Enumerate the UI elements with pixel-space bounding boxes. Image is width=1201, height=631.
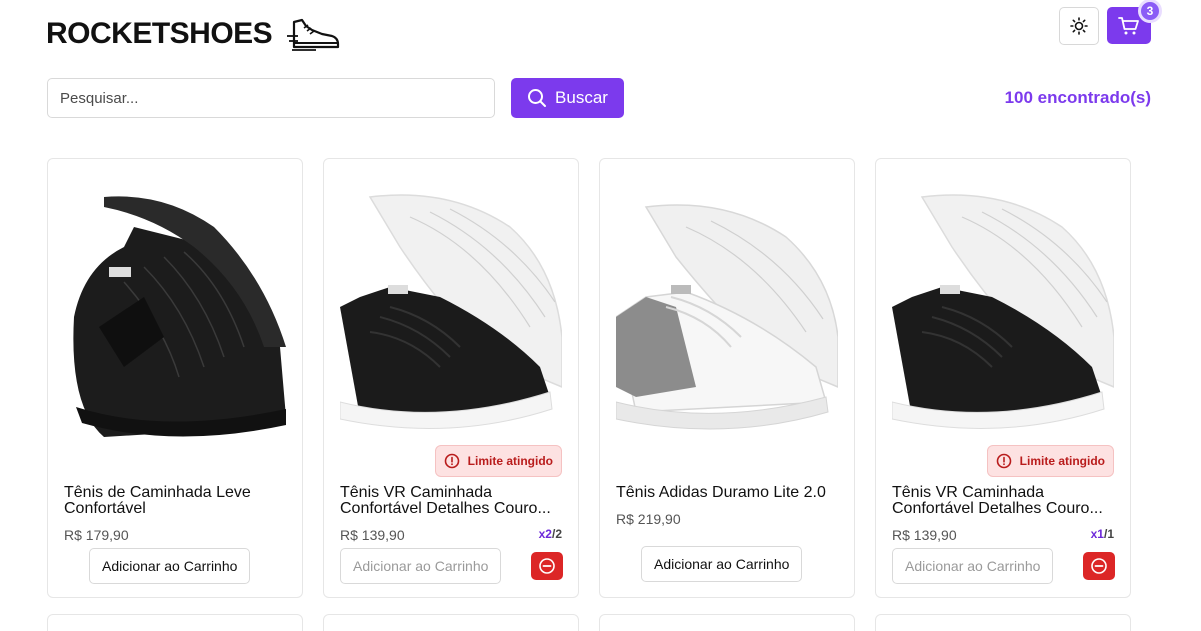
product-price: R$ 219,90 <box>616 511 681 527</box>
logo-text: ROCKETSHOES <box>46 17 273 50</box>
product-image[interactable] <box>892 187 1114 457</box>
header: ROCKETSHOES 3 <box>0 0 1201 60</box>
add-to-cart-button[interactable]: Adicionar ao Carrinho <box>892 548 1054 584</box>
product-title: Tênis de Caminhada Leve Confortável <box>64 485 251 517</box>
cart-count-badge: 3 <box>1138 0 1162 23</box>
cart-quantity: x1/1 <box>1090 527 1114 541</box>
product-title: Tênis VR Caminhada Confortável Detalhes … <box>340 485 551 517</box>
product-card: Tênis de Caminhada Leve Confortável R$ 1… <box>47 158 303 598</box>
sneaker-logo-icon <box>287 18 340 51</box>
theme-toggle-button[interactable] <box>1059 7 1099 45</box>
add-to-cart-button[interactable]: Adicionar ao Carrinho <box>641 546 803 582</box>
sun-icon <box>1070 17 1088 35</box>
limit-reached-badge: Limite atingido <box>986 445 1114 477</box>
product-card: Limite atingido Tênis VR Caminhada Confo… <box>323 158 579 598</box>
product-image[interactable] <box>616 187 838 457</box>
product-image[interactable] <box>340 187 562 457</box>
results-count: 100 encontrado(s) <box>1004 88 1151 107</box>
search-input[interactable] <box>47 78 495 118</box>
product-card <box>875 614 1131 631</box>
product-card: Limite atingido Tênis VR Caminhada Confo… <box>875 158 1131 598</box>
add-to-cart-button[interactable]: Adicionar ao Carrinho <box>89 548 251 584</box>
shopping-cart-icon <box>1118 16 1139 34</box>
add-to-cart-button[interactable]: Adicionar ao Carrinho <box>340 548 502 584</box>
product-title: Tênis Adidas Duramo Lite 2.0 <box>616 485 826 501</box>
product-card <box>323 614 579 631</box>
alert-circle-icon <box>444 453 459 469</box>
product-card <box>599 614 855 631</box>
limit-reached-badge: Limite atingido <box>434 445 562 477</box>
search-button[interactable]: Buscar <box>511 78 624 118</box>
cart-quantity: x2/2 <box>538 527 562 541</box>
product-image[interactable] <box>64 187 286 457</box>
minus-circle-icon <box>539 558 555 574</box>
product-title: Tênis VR Caminhada Confortável Detalhes … <box>892 485 1103 517</box>
search-button-label: Buscar <box>555 88 608 107</box>
product-card: Tênis Adidas Duramo Lite 2.0 R$ 219,90 A… <box>599 158 855 598</box>
search-icon <box>528 89 547 107</box>
alert-circle-icon <box>996 453 1011 469</box>
product-price: R$ 179,90 <box>64 527 129 543</box>
logo[interactable]: ROCKETSHOES <box>46 14 340 54</box>
product-price: R$ 139,90 <box>340 527 405 543</box>
remove-from-cart-button[interactable] <box>531 552 563 580</box>
product-card <box>47 614 303 631</box>
minus-circle-icon <box>1091 558 1107 574</box>
remove-from-cart-button[interactable] <box>1083 552 1115 580</box>
product-price: R$ 139,90 <box>892 527 957 543</box>
